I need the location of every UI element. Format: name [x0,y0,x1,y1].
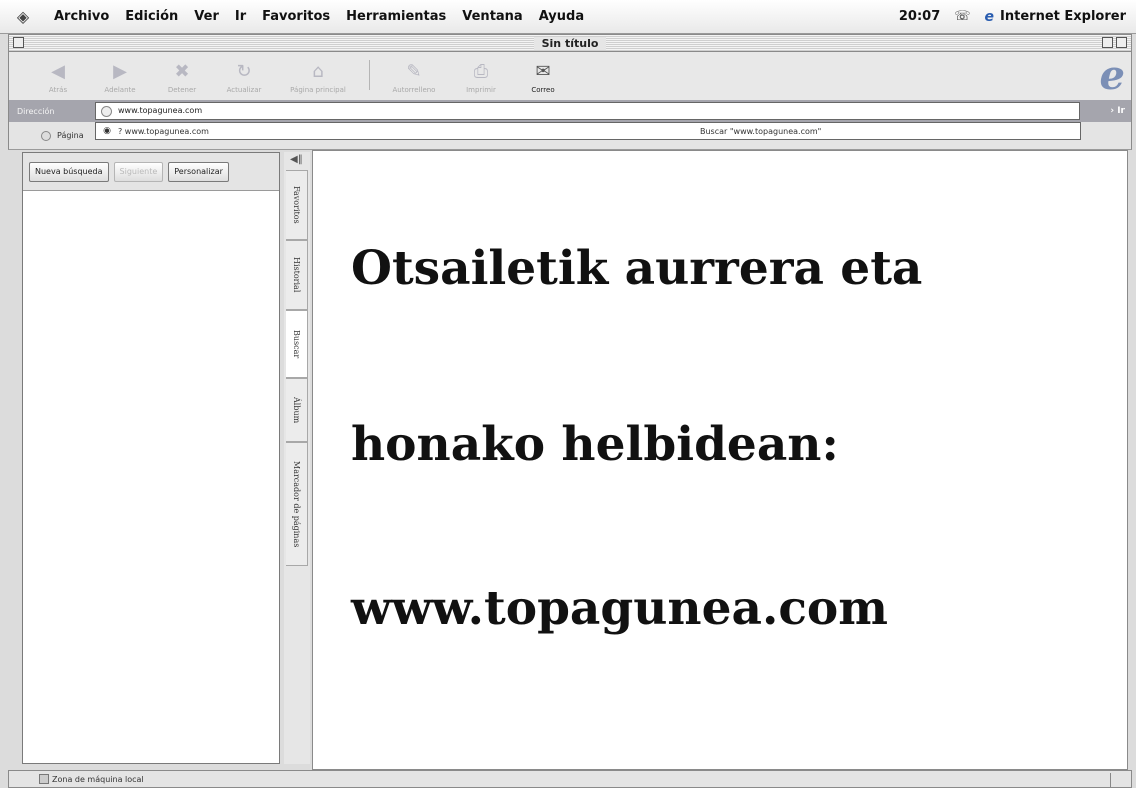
customize-button[interactable]: Personalizar [168,161,229,182]
tab-favoritos[interactable]: Favoritos [286,170,308,240]
new-search-button[interactable]: Nueva búsqueda [29,161,109,182]
address-input[interactable]: www.topagunea.com [95,102,1080,120]
zoom-box[interactable] [1102,37,1113,48]
tab-favoritos-label: Favoritos [292,186,301,224]
page-content: Otsailetik aurrera eta honako helbidean:… [312,150,1128,770]
go-button-label: Ir [1117,106,1125,116]
menubar-clock[interactable]: 20:07 [899,9,940,24]
window-title-bar[interactable]: Sin título [8,34,1132,52]
menu-bar: ◈ Archivo Edición Ver Ir Favoritos Herra… [0,0,1136,34]
browser-toolbar: ◀ Atrás ▶ Adelante ✖ Detener ↻ Actualiza… [8,52,1132,100]
page-icon [101,106,112,117]
refresh-button-label: Actualizar [226,86,262,94]
print-button-label: Imprimir [466,86,496,94]
collapse-pane-icon[interactable]: ◀‖ [290,154,303,165]
home-button[interactable]: ⌂ Página principal [275,60,361,100]
apple-icon[interactable]: ◈ [0,7,46,26]
collapse-box[interactable] [1116,37,1127,48]
tab-album-label: Álbum [292,396,301,424]
menu-ver[interactable]: Ver [186,9,227,24]
content-line-3: www.topagunea.com [351,581,889,636]
refresh-button[interactable]: ↻ Actualizar [213,60,275,100]
home-button-label: Página principal [290,86,346,94]
application-name: Internet Explorer [1000,9,1126,24]
stop-button[interactable]: ✖ Detener [151,60,213,100]
content-line-1: Otsailetik aurrera eta [351,241,923,296]
explorer-tab-strip: ◀‖ Favoritos Historial Buscar Álbum Marc… [284,152,310,764]
application-menu[interactable]: e Internet Explorer [985,9,1126,25]
stop-button-label: Detener [167,86,197,94]
tab-historial[interactable]: Historial [286,240,308,310]
tab-album[interactable]: Álbum [286,378,308,442]
menu-favoritos[interactable]: Favoritos [254,9,338,24]
forward-arrow-icon: ▶ [113,61,127,82]
links-bar-item[interactable]: Página [57,131,84,140]
close-box[interactable] [13,37,24,48]
menu-ayuda[interactable]: Ayuda [531,9,592,24]
security-zone-icon [39,774,49,784]
security-zone-text: Zona de máquina local [52,774,144,784]
menu-ventana[interactable]: Ventana [454,9,530,24]
explorer-button-row: Nueva búsqueda Siguiente Personalizar [23,153,279,191]
resize-handle[interactable] [1110,773,1111,787]
menu-ir[interactable]: Ir [227,9,254,24]
back-arrow-icon: ◀ [51,61,65,82]
print-button[interactable]: ⎙ Imprimir [450,60,512,100]
stop-icon: ✖ [174,61,190,82]
back-button-label: Atrás [48,86,68,94]
toolbar-separator [369,60,370,90]
eye-icon: ◉ [103,126,111,136]
autofill-icon: ✎ [406,61,422,82]
autofill-button[interactable]: ✎ Autorrelleno [378,60,450,100]
window-title: Sin título [533,36,607,50]
mail-button-label: Correo [531,86,555,94]
autofill-button-label: Autorrelleno [392,86,436,94]
explorer-bar: Nueva búsqueda Siguiente Personalizar [22,152,280,764]
go-button[interactable]: › Ir [1110,106,1131,116]
page-link-icon [41,131,51,141]
home-icon: ⌂ [312,61,324,82]
next-button[interactable]: Siguiente [113,161,164,182]
content-line-2: honako helbidean: [351,417,839,472]
menu-archivo[interactable]: Archivo [46,9,117,24]
mail-icon: ✉ [535,61,551,82]
tab-buscar-label: Buscar [292,329,301,359]
back-button[interactable]: ◀ Atrás [27,60,89,100]
menu-edicion[interactable]: Edición [117,9,186,24]
tab-marcador-label: Marcador de páginas [292,460,301,548]
internet-explorer-icon: e [984,8,995,25]
status-bar: Zona de máquina local [8,770,1132,788]
internet-explorer-logo-icon: e [1099,52,1125,99]
address-value: www.topagunea.com [118,106,203,115]
autocomplete-suggestion[interactable]: ? www.topagunea.com [118,127,209,136]
print-icon: ⎙ [473,61,489,82]
modem-icon[interactable]: ☏ [954,9,970,24]
tab-marcador-de-paginas[interactable]: Marcador de páginas [286,442,308,566]
address-autocomplete[interactable]: ◉ ? www.topagunea.com Buscar "www.topagu… [95,122,1081,140]
forward-button[interactable]: ▶ Adelante [89,60,151,100]
address-bar: Dirección www.topagunea.com › Ir [8,100,1132,122]
autocomplete-search-suggestion[interactable]: Buscar "www.topagunea.com" [700,127,821,136]
address-label: Dirección [17,106,55,116]
tab-buscar[interactable]: Buscar [286,310,308,378]
tab-historial-label: Historial [292,257,301,293]
mail-button[interactable]: ✉ Correo [512,60,574,100]
forward-button-label: Adelante [104,86,136,94]
menu-herramientas[interactable]: Herramientas [338,9,454,24]
refresh-icon: ↻ [236,61,252,82]
